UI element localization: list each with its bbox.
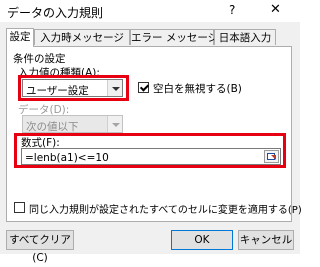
apply-all-label: 同じ入力規則が設定されたすべてのセルに変更を適用する(P) (29, 205, 302, 216)
allow-select-value: ユーザー設定 (26, 85, 89, 97)
ignore-blank-label: 空白を無視する(B) (153, 83, 242, 95)
ok-button[interactable]: OK (171, 230, 233, 250)
chevron-down-icon[interactable] (107, 80, 122, 96)
ignore-blank-checkbox[interactable] (138, 82, 149, 93)
data-select: 次の値以下 (22, 115, 123, 133)
clear-all-button[interactable]: すべてクリア(C) (6, 230, 74, 264)
allow-select[interactable]: ユーザー設定 (22, 79, 123, 97)
data-select-value: 次の値以下 (26, 121, 79, 133)
chevron-down-icon (107, 116, 122, 132)
range-collapse-icon[interactable] (264, 150, 279, 163)
tab-input-message[interactable]: 入力時メッセージ (34, 29, 130, 45)
tab-japanese-input[interactable]: 日本語入力 (214, 29, 276, 45)
help-button[interactable]: ? (229, 3, 235, 17)
title-bar: データの入力規則 ? ✕ (0, 0, 300, 22)
apply-all-checkbox[interactable] (14, 202, 25, 213)
dialog-body: 設定 入力時メッセージ エラー メッセージ 日本語入力 条件の設定 入力値の種類… (0, 22, 302, 264)
formula-value: =lenb(a1)<=10 (25, 152, 109, 164)
criteria-section-title: 条件の設定 (13, 53, 66, 65)
tab-settings[interactable]: 設定 (6, 28, 34, 47)
cancel-button[interactable]: キャンセル (238, 230, 294, 250)
tab-error-message[interactable]: エラー メッセージ (130, 29, 218, 45)
allow-label: 入力値の種類(A): (18, 67, 100, 79)
window-title: データの入力規則 (7, 6, 104, 20)
formula-input[interactable]: =lenb(a1)<=10 (21, 148, 281, 165)
close-button[interactable]: ✕ (270, 2, 281, 17)
settings-panel: 条件の設定 入力値の種類(A): ユーザー設定 空白を無視する(B) データ(D… (6, 46, 302, 222)
